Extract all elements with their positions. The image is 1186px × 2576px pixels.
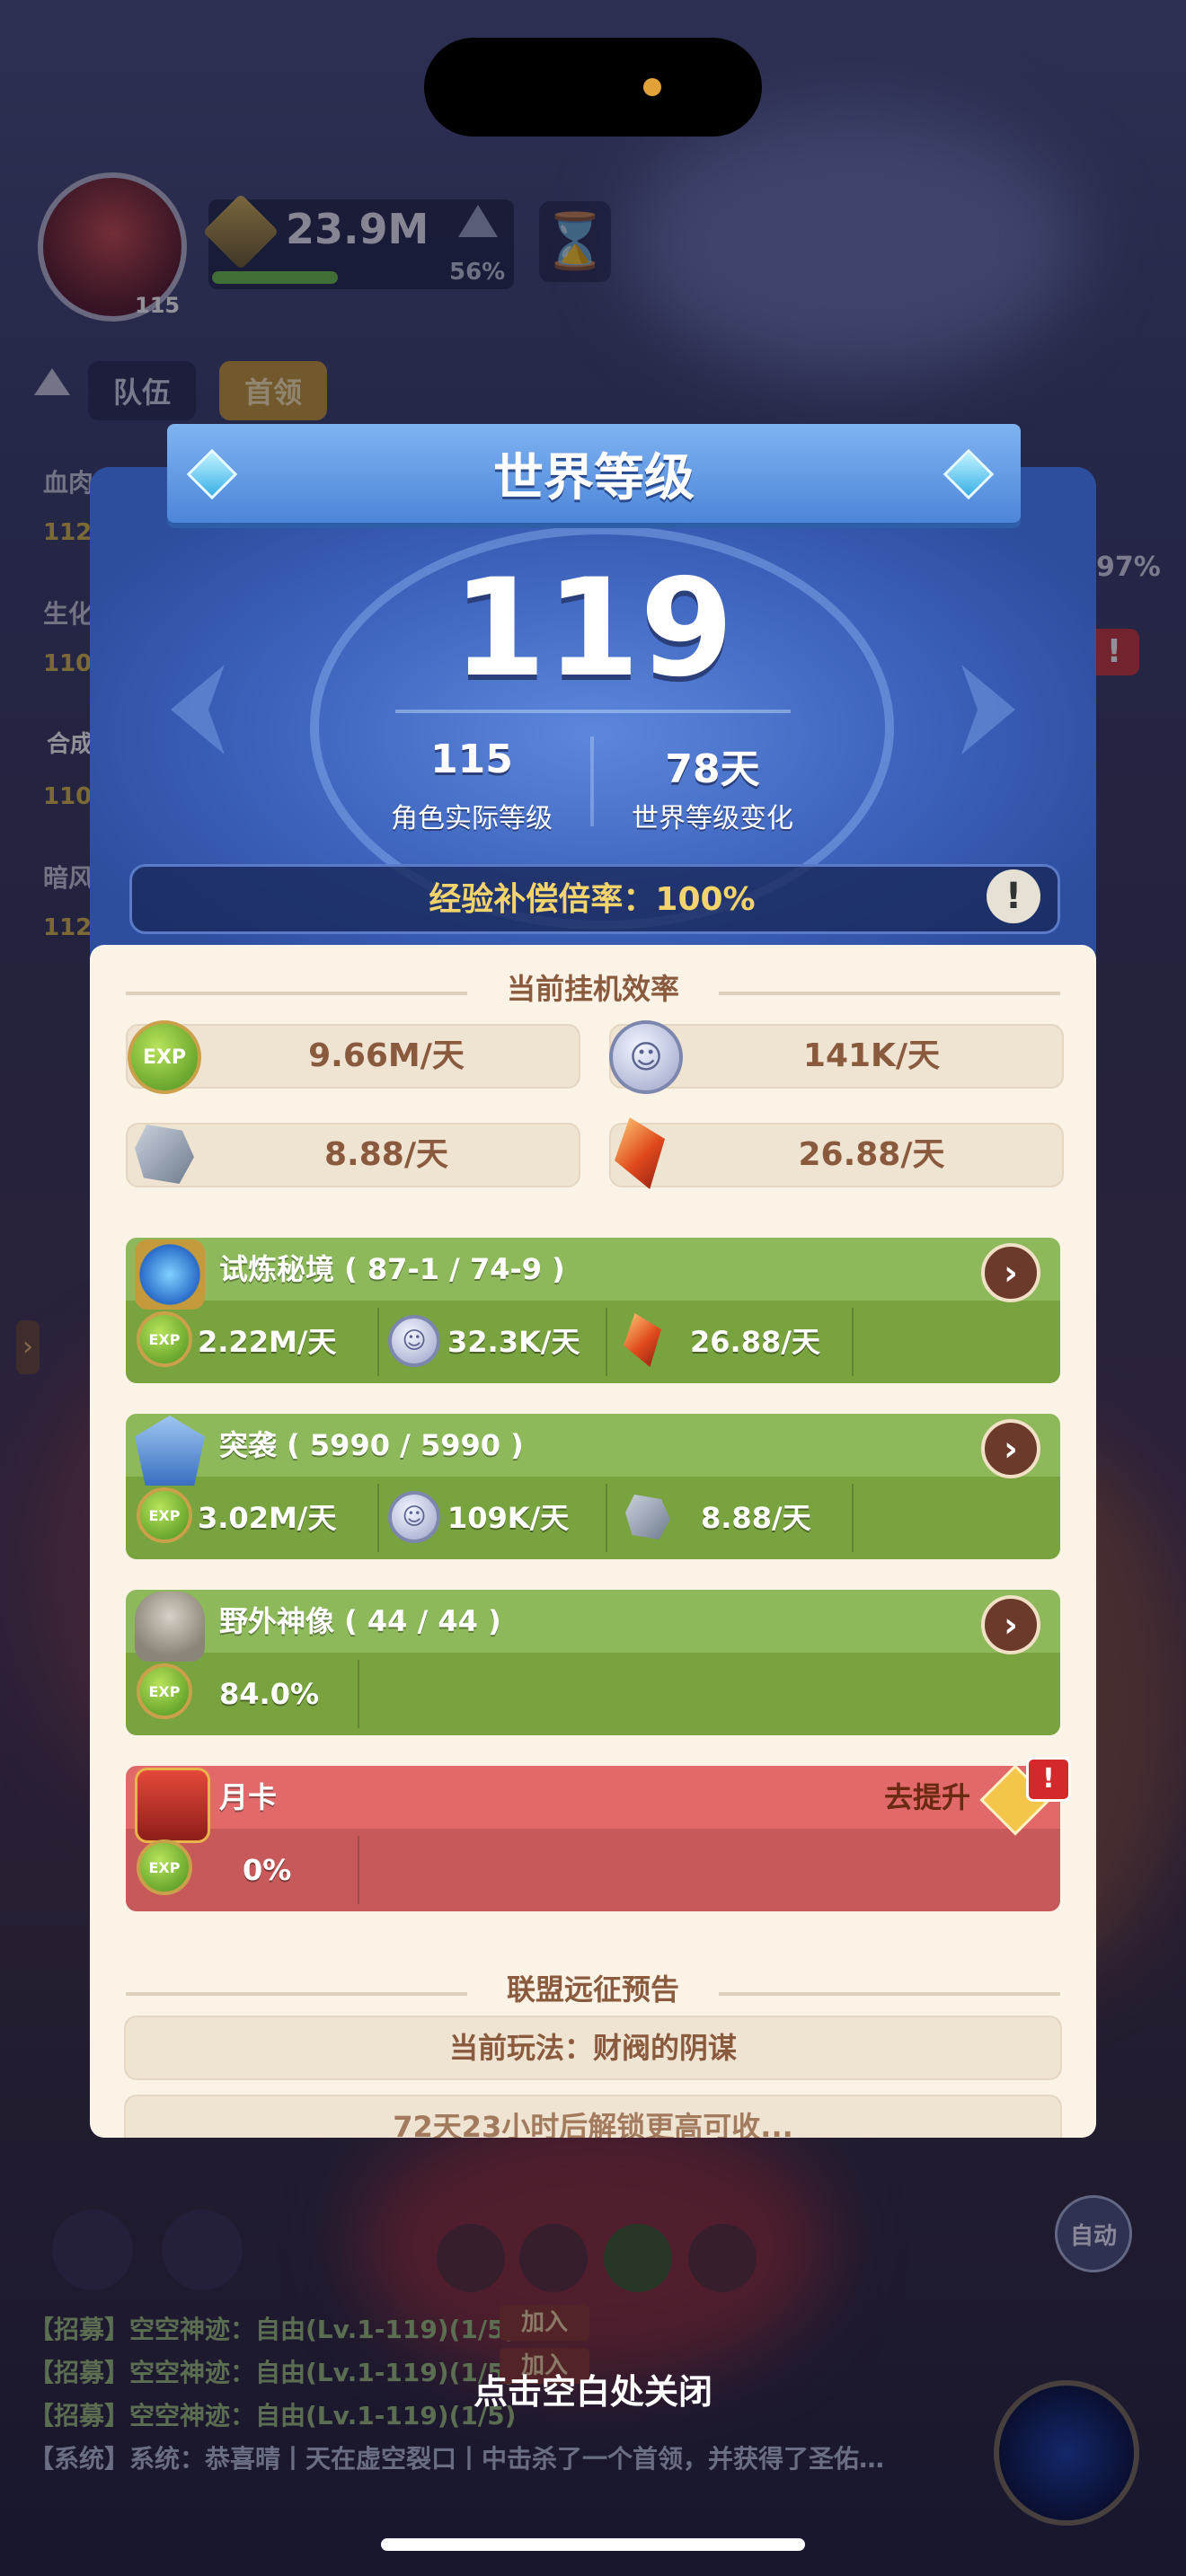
exp-icon: EXP <box>137 1663 192 1719</box>
source-title: 突袭 ( 5990 / 5990 ) <box>219 1428 524 1462</box>
source-raid[interactable]: 突袭 ( 5990 / 5990 ) › EXP 3.02M/天 ☺ 109K/… <box>126 1414 1060 1559</box>
character-level-label: 角色实际等级 <box>391 803 553 834</box>
divider <box>377 1484 379 1552</box>
upgrade-link[interactable]: 去提升 <box>884 1766 970 1829</box>
monthly-card-value: 0% <box>243 1853 292 1887</box>
chevron-right-icon[interactable]: › <box>981 1419 1040 1478</box>
source-title: 试炼秘境 ( 87-1 / 74-9 ) <box>219 1252 565 1286</box>
divider <box>358 1836 359 1904</box>
alliance-current-play: 当前玩法：财阀的阴谋 <box>124 2016 1062 2080</box>
divider <box>852 1484 854 1552</box>
camera-indicator <box>643 78 661 96</box>
modal-title: 世界等级 <box>493 448 695 507</box>
exp-icon: EXP <box>137 1311 192 1367</box>
device-notch <box>424 38 762 137</box>
divider <box>590 737 594 826</box>
source-value: 32.3K/天 <box>447 1325 580 1359</box>
title-ribbon: 世界等级 <box>167 424 1021 523</box>
monthly-card-title: 月卡 <box>219 1780 278 1814</box>
source-value: 2.22M/天 <box>198 1325 337 1359</box>
level-change-label: 世界等级变化 <box>632 803 793 834</box>
source-title: 野外神像 ( 44 / 44 ) <box>219 1604 501 1638</box>
divider <box>358 1660 359 1728</box>
source-value: 84.0% <box>219 1677 320 1711</box>
chevron-right-icon[interactable]: › <box>981 1595 1040 1654</box>
divider <box>395 710 791 713</box>
silver-coin-icon: ☺ <box>388 1315 440 1367</box>
efficiency-title: 当前挂机效率 <box>506 972 679 1006</box>
source-value: 8.88/天 <box>701 1501 811 1535</box>
monthly-card-icon <box>135 1768 210 1843</box>
world-level-value: 119 <box>452 551 734 707</box>
efficiency-crystal-value: 26.88/天 <box>798 1136 945 1173</box>
divider <box>852 1308 854 1376</box>
alert-badge: ! <box>1026 1757 1071 1802</box>
exp-icon: EXP <box>137 1839 192 1895</box>
level-change-value: 78天 <box>665 746 760 792</box>
exp-icon: EXP <box>128 1020 201 1094</box>
character-level-value: 115 <box>430 737 513 782</box>
source-value: 109K/天 <box>447 1501 570 1535</box>
efficiency-exp-value: 9.66M/天 <box>308 1037 465 1074</box>
statue-icon <box>135 1592 205 1662</box>
info-icon[interactable]: ! <box>987 869 1040 923</box>
divider <box>606 1484 607 1552</box>
source-wild-statue[interactable]: 野外神像 ( 44 / 44 ) › EXP 84.0% <box>126 1590 1060 1735</box>
efficiency-panel: 当前挂机效率 EXP 9.66M/天 ☺ 141K/天 8.88/天 26.88… <box>90 945 1096 2138</box>
close-hint: 点击空白处关闭 <box>473 2372 712 2412</box>
alliance-next-unlock: 72天23小时后解锁更高可收... <box>124 2095 1062 2138</box>
source-value: 26.88/天 <box>690 1325 820 1359</box>
divider <box>606 1308 607 1376</box>
efficiency-silver-value: 141K/天 <box>802 1037 941 1074</box>
home-indicator[interactable] <box>381 2538 805 2551</box>
silver-coin-icon: ☺ <box>609 1020 683 1094</box>
efficiency-ore-value: 8.88/天 <box>324 1136 448 1173</box>
source-trial-realm[interactable]: 试炼秘境 ( 87-1 / 74-9 ) › EXP 2.22M/天 ☺ 32.… <box>126 1238 1060 1383</box>
divider <box>377 1308 379 1376</box>
alliance-title: 联盟远征预告 <box>506 1972 679 2007</box>
chevron-right-icon[interactable]: › <box>981 1243 1040 1302</box>
silver-coin-icon: ☺ <box>388 1491 440 1543</box>
exp-icon: EXP <box>137 1487 192 1543</box>
exp-compensation-text: 经验补偿倍率：100% <box>429 881 756 918</box>
monthly-card[interactable]: 月卡 去提升 EXP 0% <box>126 1766 1060 1911</box>
trial-realm-icon <box>135 1239 205 1310</box>
source-value: 3.02M/天 <box>198 1501 337 1535</box>
